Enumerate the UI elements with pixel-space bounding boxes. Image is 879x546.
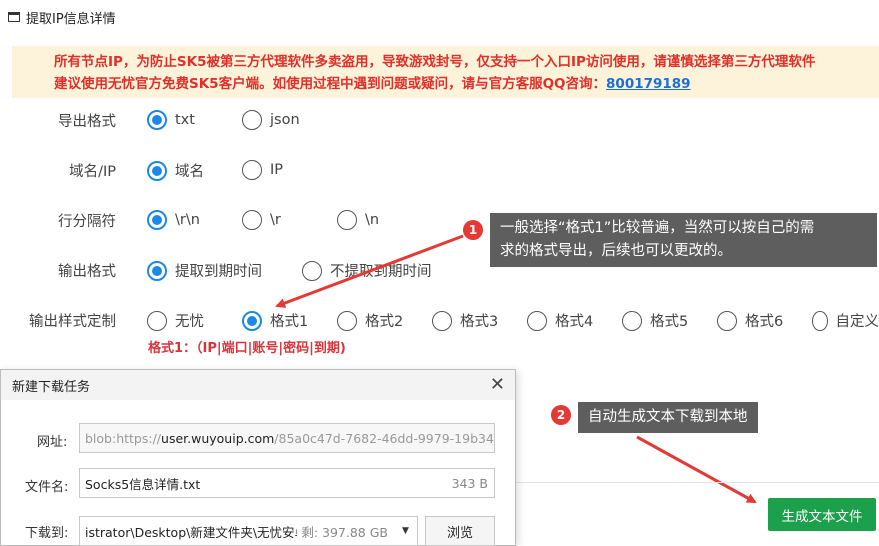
radio-unchecked-icon (337, 310, 357, 331)
download-dialog: 新建下载任务 ✕ 网址: blob:https://user.wuyouip.c… (0, 369, 516, 546)
notice-line2-text: 建议使用无忧官方免费SK5客户端。如使用过程中遇到问题或疑问，请与官方客服QQ咨… (54, 76, 607, 92)
radio-style-format5[interactable]: 格式5 (622, 310, 688, 331)
radio-style-format4[interactable]: 格式4 (527, 310, 593, 331)
dialog-header: 新建下载任务 ✕ (1, 370, 515, 400)
warning-notice: 所有节点IP，为防止SK5被第三方代理软件多卖盗用，导致游戏封号，仅支持一个入口… (12, 46, 879, 98)
radio-export-json[interactable]: json (242, 110, 300, 130)
url-rest: /85a0c47d-7682-46dd-9979-19b34f720l (274, 430, 494, 446)
radio-label: 格式6 (745, 314, 784, 330)
radio-unchecked-icon (812, 310, 828, 331)
radio-label: \n (365, 212, 380, 228)
free-label: 剩: (301, 524, 319, 540)
radio-unchecked-icon (622, 310, 642, 331)
window-title: 提取IP信息详情 (26, 11, 116, 27)
dialog-title: 新建下载任务 (12, 379, 91, 395)
radio-label: 格式5 (650, 314, 689, 330)
radio-no-expiry[interactable]: 不提取到期时间 (302, 260, 432, 281)
radio-unchecked-icon (302, 260, 322, 281)
browse-button[interactable]: 浏览 (425, 516, 495, 546)
radio-label: 格式4 (555, 314, 594, 330)
radio-checked-icon (147, 110, 167, 130)
free-value: 397.88 GB (322, 524, 388, 540)
url-prefix: blob:https:// (85, 430, 162, 446)
radio-label: \r (270, 212, 281, 228)
radio-label: 自定义 (835, 314, 879, 330)
tip-1: 一般选择“格式1”比较普遍，当然可以按自己的需 求的格式导出，后续也可以更改的。 (490, 213, 877, 267)
url-field[interactable]: blob:https://user.wuyouip.com/85a0c47d-7… (79, 423, 495, 453)
format-hint: 格式1：（IP|端口|账号|密码|到期) (148, 341, 346, 356)
radio-label: \r\n (175, 212, 200, 228)
radio-unchecked-icon (337, 210, 357, 230)
radio-sep-cr[interactable]: \r (242, 210, 281, 230)
radio-style-wuyou[interactable]: 无忧 (147, 310, 204, 331)
radio-checked-icon (242, 310, 262, 331)
domain-ip-label: 域名/IP (69, 163, 116, 180)
notice-line2: 建议使用无忧官方免费SK5客户端。如使用过程中遇到问题或疑问，请与官方客服QQ咨… (54, 73, 879, 95)
line-separator-label: 行分隔符 (58, 213, 116, 230)
radio-checked-icon (147, 160, 167, 181)
radio-label: txt (175, 112, 195, 128)
url-host: user.wuyouip.com (161, 430, 275, 446)
radio-style-format6[interactable]: 格式6 (717, 310, 783, 331)
arrow-2 (636, 435, 757, 504)
radio-unchecked-icon (242, 210, 262, 230)
window-titlebar: 提取IP信息详情 (0, 0, 879, 34)
tip-1-line1: 一般选择“格式1”比较普遍，当然可以按自己的需 (500, 220, 815, 236)
free-space: 剩: 397.88 GB (297, 521, 388, 541)
radio-label: 格式1 (270, 314, 309, 330)
radio-unchecked-icon (242, 160, 262, 180)
notice-line1: 所有节点IP，为防止SK5被第三方代理软件多卖盗用，导致游戏封号，仅支持一个入口… (54, 54, 816, 70)
radio-style-format1[interactable]: 格式1 (242, 310, 308, 331)
radio-unchecked-icon (242, 110, 262, 130)
radio-checked-icon (147, 260, 167, 281)
tip-1-line2: 求的格式导出，后续也可以更改的。 (500, 243, 732, 259)
chevron-down-icon[interactable]: ▼ (394, 516, 418, 546)
radio-label: 格式2 (365, 314, 404, 330)
tip-2: 自动生成文本下载到本地 (578, 402, 758, 433)
radio-label: 提取到期时间 (175, 264, 262, 280)
generate-text-file-button[interactable]: 生成文本文件 (768, 498, 876, 531)
radio-export-txt[interactable]: txt (147, 110, 195, 130)
path-value: istrator\Desktop\新建文件夹\无忧安卓 (85, 524, 308, 540)
saveto-label: 下载到: (25, 526, 69, 541)
radio-style-format2[interactable]: 格式2 (337, 310, 403, 331)
radio-unchecked-icon (717, 310, 737, 331)
radio-unchecked-icon (527, 310, 547, 331)
radio-style-custom[interactable]: 自定义 (812, 310, 879, 331)
window-icon (8, 12, 20, 22)
output-format-label: 输出格式 (58, 263, 116, 280)
close-icon[interactable]: ✕ (490, 376, 505, 394)
radio-label: 格式3 (460, 314, 499, 330)
radio-sep-lf[interactable]: \n (337, 210, 379, 230)
url-label: 网址: (37, 435, 68, 450)
style-custom-label: 输出样式定制 (29, 313, 116, 330)
step-badge-2: 2 (551, 405, 571, 425)
radio-label: 域名 (175, 164, 204, 180)
radio-label: json (270, 112, 300, 128)
path-field[interactable]: istrator\Desktop\新建文件夹\无忧安卓 剩: 397.88 GB (79, 516, 395, 546)
radio-ip[interactable]: IP (242, 160, 283, 180)
radio-unchecked-icon (147, 310, 167, 331)
radio-label: 无忧 (175, 314, 204, 330)
radio-label: IP (270, 162, 284, 178)
radio-extract-expiry[interactable]: 提取到期时间 (147, 260, 262, 281)
filename-field[interactable]: Socks5信息详情.txt 343 B (79, 468, 495, 498)
filesize: 343 B (451, 475, 488, 491)
radio-style-format3[interactable]: 格式3 (432, 310, 498, 331)
qq-link[interactable]: 800179189 (606, 76, 691, 92)
export-format-label: 导出格式 (58, 113, 116, 130)
radio-label: 不提取到期时间 (330, 264, 432, 280)
filename-value: Socks5信息详情.txt (85, 476, 201, 492)
radio-domain[interactable]: 域名 (147, 160, 204, 181)
step-badge-1: 1 (463, 220, 483, 240)
footer-divider (515, 482, 879, 483)
radio-unchecked-icon (432, 310, 452, 331)
radio-sep-crlf[interactable]: \r\n (147, 210, 200, 230)
filename-label: 文件名: (25, 480, 69, 495)
radio-checked-icon (147, 210, 167, 230)
